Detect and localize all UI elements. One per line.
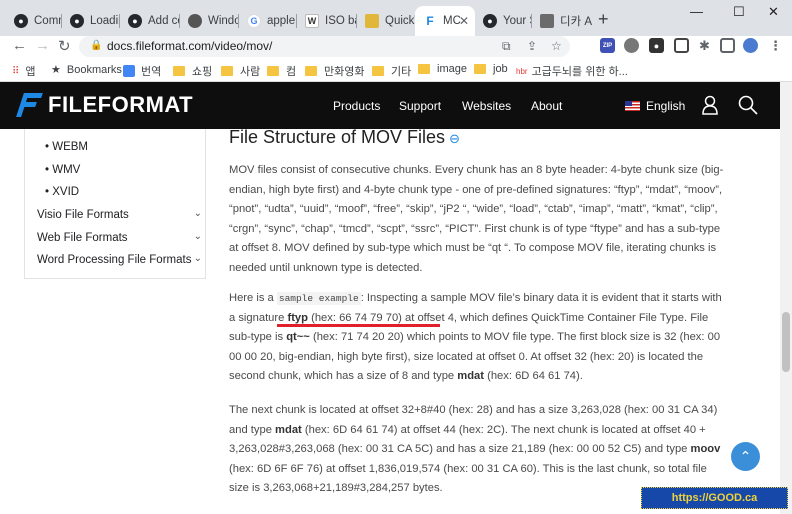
- user-icon[interactable]: [702, 95, 718, 118]
- star-icon[interactable]: ☆: [551, 39, 562, 53]
- google-icon: G: [247, 14, 261, 28]
- fileformat-logo[interactable]: FILEFORMAT: [16, 92, 193, 118]
- reload-icon[interactable]: ↻: [58, 37, 71, 55]
- star-icon: ★: [51, 64, 61, 76]
- shield-extension-icon[interactable]: [674, 38, 689, 53]
- wikipedia-icon: W: [305, 14, 319, 28]
- github-icon: ●: [14, 14, 28, 28]
- folder-icon: [418, 64, 430, 74]
- inline-code: sample example: [276, 292, 361, 305]
- apps-bookmark[interactable]: ⠿ 앱: [12, 63, 35, 79]
- chevron-down-icon: ⌄: [193, 253, 202, 264]
- scroll-to-top-button[interactable]: ⌃: [731, 442, 760, 471]
- sidebar-item-webm[interactable]: • WEBM: [45, 141, 88, 153]
- close-window-button[interactable]: ✕: [768, 4, 779, 20]
- sidebar-section-visio[interactable]: Visio File Formats ⌄: [37, 208, 202, 221]
- bookmark-icon: [365, 14, 379, 28]
- tampermonkey-extension-icon[interactable]: ●: [649, 38, 664, 53]
- chevron-up-icon: ⌃: [739, 448, 752, 464]
- folder-icon: [173, 66, 185, 76]
- intro-paragraph: MOV files consist of consecutive chunks.…: [229, 164, 724, 274]
- folder-icon: [305, 66, 317, 76]
- bookmark-folder-image[interactable]: image: [418, 63, 467, 75]
- forward-icon[interactable]: →: [35, 37, 50, 54]
- url-text[interactable]: docs.fileformat.com/video/mov/: [107, 39, 272, 53]
- puzzle-extensions-icon[interactable]: ✱: [697, 38, 712, 53]
- tab-1[interactable]: ●Loadin: [62, 6, 120, 36]
- folder-icon: [267, 66, 279, 76]
- address-bar[interactable]: 🔒 docs.fileformat.com/video/mov/ ⧉ ⇪ ☆: [79, 36, 570, 57]
- profile-avatar[interactable]: [743, 38, 758, 53]
- bookmark-hakers[interactable]: hbr 고급두뇌를 위한 하...: [516, 63, 628, 79]
- share-icon[interactable]: ⇪: [527, 39, 537, 53]
- bookmark-folder-computer[interactable]: 컴: [267, 63, 296, 79]
- sidebar-item-wmv[interactable]: • WMV: [45, 164, 80, 176]
- tab-4[interactable]: Gapple: [239, 6, 297, 36]
- bookmark-folder-shopping[interactable]: 쇼핑: [173, 63, 212, 79]
- tab-3[interactable]: Windo: [180, 6, 239, 36]
- side-panel-icon[interactable]: [720, 38, 735, 53]
- close-tab-icon[interactable]: ✕: [459, 14, 469, 28]
- language-selector[interactable]: English: [625, 99, 685, 113]
- folder-icon: [221, 66, 233, 76]
- zip-extension-icon[interactable]: ZIP: [600, 38, 615, 53]
- github-icon: ●: [483, 14, 497, 28]
- tab-0[interactable]: ●Comm: [6, 6, 62, 36]
- menu-icon[interactable]: ⋮: [768, 38, 783, 53]
- apps-grid-icon: ⠿: [12, 65, 20, 77]
- bookmarks-bar: ⠿ 앱 ★ Bookmarks 번역 쇼핑 사람 컴 만화영화 기타 image j…: [0, 57, 792, 82]
- github-icon: ●: [128, 14, 142, 28]
- lock-icon[interactable]: 🔒: [90, 40, 102, 51]
- tab-9[interactable]: 디카 A: [532, 6, 592, 36]
- github-icon: ●: [70, 14, 84, 28]
- folder-icon: [474, 64, 486, 74]
- minimize-button[interactable]: —: [690, 4, 703, 19]
- tab-8[interactable]: ●Your S: [475, 6, 532, 36]
- nav-support[interactable]: Support: [399, 99, 441, 113]
- us-flag-icon: [625, 101, 640, 111]
- chevron-down-icon: ⌄: [193, 208, 202, 219]
- chunks-paragraph: The next chunk is located at offset 32+8…: [229, 404, 721, 494]
- section-heading: File Structure of MOV Files ⊖: [229, 127, 460, 147]
- tab-5[interactable]: WISO ba: [297, 6, 357, 36]
- anchor-link-icon[interactable]: ⊖: [449, 131, 460, 146]
- page-icon: [540, 14, 554, 28]
- bookmark-folder-other[interactable]: 기타: [372, 63, 411, 79]
- sidebar-section-web[interactable]: Web File Formats ⌄: [37, 231, 202, 244]
- tab-7-active[interactable]: F MC ✕: [415, 6, 475, 36]
- circle-extension-icon[interactable]: [624, 38, 639, 53]
- bookmark-folder-people[interactable]: 사람: [221, 63, 260, 79]
- nav-products[interactable]: Products: [333, 99, 380, 113]
- tab-6[interactable]: QuickT: [357, 6, 415, 36]
- sidebar-section-word-processing[interactable]: Word Processing File Formats ⌄: [37, 253, 202, 266]
- new-tab-button[interactable]: +: [598, 9, 609, 30]
- back-icon[interactable]: ←: [12, 37, 27, 54]
- bookmarks-bookmark[interactable]: ★ Bookmarks: [51, 63, 122, 77]
- search-icon[interactable]: [738, 95, 758, 118]
- site-icon: hbr: [516, 66, 528, 76]
- maximize-button[interactable]: ☐: [733, 4, 745, 20]
- site-header: FILEFORMAT Products Support Websites Abo…: [0, 82, 780, 129]
- chevron-down-icon: ⌄: [193, 231, 202, 242]
- sample-paragraph: Here is a sample example: Inspecting a s…: [229, 292, 722, 382]
- fileformat-logo-icon: [16, 93, 43, 117]
- watermark-badge: https://GOOD.ca: [641, 487, 788, 509]
- apple-icon: [188, 14, 202, 28]
- page-scrollbar[interactable]: [780, 82, 792, 514]
- translate-icon: [123, 65, 135, 77]
- tab-strip: ●Comm ●Loadin ●Add co Windo Gapple WISO …: [0, 0, 792, 36]
- bookmark-folder-job[interactable]: job: [474, 63, 508, 75]
- fileformat-icon: F: [423, 14, 437, 28]
- sidebar-item-xvid[interactable]: • XVID: [45, 186, 79, 198]
- nav-about[interactable]: About: [531, 99, 562, 113]
- nav-websites[interactable]: Websites: [462, 99, 511, 113]
- red-underline-annotation: [277, 324, 440, 327]
- tab-2[interactable]: ●Add co: [120, 6, 180, 36]
- scrollbar-thumb[interactable]: [782, 312, 790, 372]
- sidebar-nav: • WEBM • WMV • XVID Visio File Formats ⌄ …: [24, 129, 206, 279]
- translate-icon[interactable]: ⧉: [502, 39, 511, 54]
- folder-icon: [372, 66, 384, 76]
- bookmark-folder-animation[interactable]: 만화영화: [305, 63, 364, 79]
- translate-bookmark[interactable]: 번역: [123, 63, 161, 79]
